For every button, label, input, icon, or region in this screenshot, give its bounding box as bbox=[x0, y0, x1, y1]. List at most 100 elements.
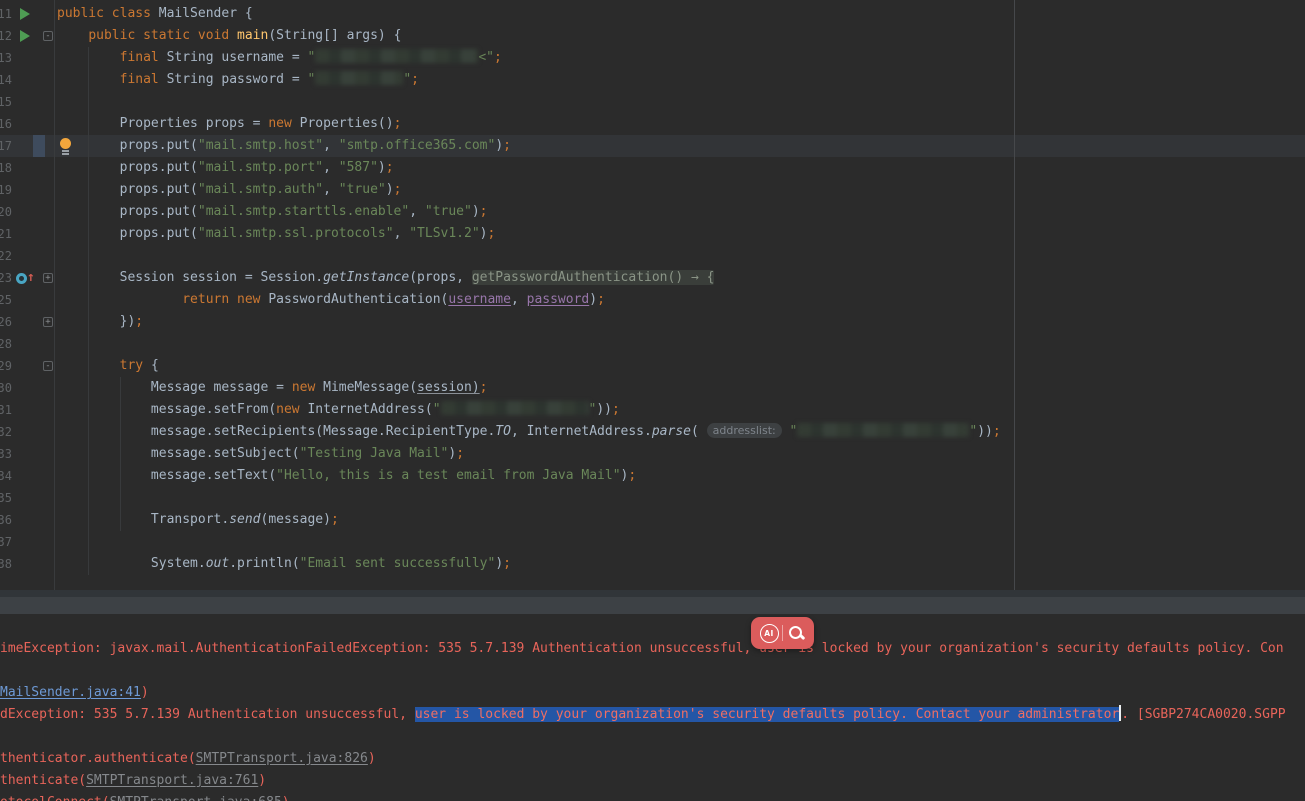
line-number: 15 bbox=[0, 95, 12, 109]
line-number: 28 bbox=[0, 337, 12, 351]
overrides-method-icon[interactable] bbox=[16, 273, 27, 284]
code-text: public class MailSender { bbox=[57, 6, 253, 21]
code-text: Transport.send(message); bbox=[57, 512, 339, 527]
code-line-30[interactable]: 30 Message message = new MimeMessage(ses… bbox=[0, 377, 1305, 399]
console-text: ) bbox=[258, 773, 267, 788]
code-line-37[interactable]: 37 bbox=[0, 531, 1305, 553]
line-number: 34 bbox=[0, 469, 12, 483]
code-line-34[interactable]: 34 message.setText("Hello, this is a tes… bbox=[0, 465, 1305, 487]
line-number: 37 bbox=[0, 535, 12, 549]
editor-console-splitter-shadow bbox=[0, 590, 1305, 597]
console-text: thenticate( bbox=[0, 773, 87, 788]
console-line: thenticate(SMTPTransport.java:761) bbox=[0, 770, 266, 792]
redacted-text bbox=[440, 401, 589, 415]
code-line-17[interactable]: 17 props.put("mail.smtp.host", "smtp.off… bbox=[0, 135, 1305, 157]
line-number: 29 bbox=[0, 359, 12, 373]
code-line-28[interactable]: 28 bbox=[0, 333, 1305, 355]
code-text: message.setRecipients(Message.RecipientT… bbox=[57, 423, 1001, 439]
code-text: props.put("mail.smtp.ssl.protocols", "TL… bbox=[57, 226, 496, 241]
search-error-button[interactable] bbox=[783, 619, 809, 647]
code-text: props.put("mail.smtp.host", "smtp.office… bbox=[57, 138, 511, 153]
line-number: 30 bbox=[0, 381, 12, 395]
redacted-text bbox=[315, 71, 404, 85]
code-line-16[interactable]: 16 Properties props = new Properties(); bbox=[0, 113, 1305, 135]
fold-toggle-icon[interactable]: + bbox=[43, 317, 53, 327]
redacted-text bbox=[315, 49, 479, 63]
stack-trace-link[interactable]: SMTPTransport.java:761 bbox=[86, 773, 258, 788]
console-text: . [SGBP274CA0020.SGPP bbox=[1121, 707, 1286, 722]
code-text: message.setSubject("Testing Java Mail"); bbox=[57, 446, 465, 461]
selected-text: user is locked by your organization's se… bbox=[414, 707, 1120, 722]
code-text: public static void main(String[] args) { bbox=[88, 28, 402, 43]
console-text: otocolConnect( bbox=[0, 795, 110, 801]
code-line-19[interactable]: 19 props.put("mail.smtp.auth", "true"); bbox=[0, 179, 1305, 201]
code-line-29[interactable]: 29 - try { bbox=[0, 355, 1305, 377]
code-text: Message message = new MimeMessage(sessio… bbox=[57, 380, 488, 395]
run-icon[interactable] bbox=[20, 30, 30, 42]
code-line-20[interactable]: 20 props.put("mail.smtp.starttls.enable"… bbox=[0, 201, 1305, 223]
code-text: Session session = Session.getInstance(pr… bbox=[57, 270, 715, 285]
line-number: 38 bbox=[0, 557, 12, 571]
console-text: ) bbox=[367, 751, 376, 766]
code-text: System.out.println("Email sent successfu… bbox=[57, 556, 511, 571]
code-text: props.put("mail.smtp.auth", "true"); bbox=[57, 182, 402, 197]
line-number: 18 bbox=[0, 161, 12, 175]
line-number: 16 bbox=[0, 117, 12, 131]
folded-code-region[interactable]: getPasswordAuthentication() → { bbox=[471, 270, 715, 285]
console-text: ) bbox=[282, 795, 290, 801]
line-number: 23 bbox=[0, 271, 12, 285]
explain-with-ai-button[interactable]: AI bbox=[756, 619, 782, 647]
run-icon[interactable] bbox=[20, 8, 30, 20]
line-number: 14 bbox=[0, 73, 12, 87]
code-line-33[interactable]: 33 message.setSubject("Testing Java Mail… bbox=[0, 443, 1305, 465]
fold-toggle-icon[interactable]: - bbox=[43, 31, 53, 41]
stack-trace-link[interactable]: SMTPTransport.java:826 bbox=[196, 751, 368, 766]
code-line-11[interactable]: 11 public class MailSender { bbox=[0, 3, 1305, 25]
override-arrow-icon[interactable]: ↑ bbox=[27, 267, 35, 289]
code-line-12[interactable]: 12 - public static void main(String[] arg… bbox=[0, 25, 1305, 47]
line-number: 19 bbox=[0, 183, 12, 197]
line-number: 25 bbox=[0, 293, 12, 307]
console-text: dException: 535 5.7.139 Authentication u… bbox=[0, 707, 415, 722]
code-line-14[interactable]: 14 final String password = " "; bbox=[0, 69, 1305, 91]
line-number: 13 bbox=[0, 51, 12, 65]
code-text: props.put("mail.smtp.starttls.enable", "… bbox=[57, 204, 488, 219]
console-output[interactable]: imeException: javax.mail.AuthenticationF… bbox=[0, 614, 1305, 801]
code-editor[interactable]: 11 public class MailSender { 12 - public st… bbox=[0, 0, 1305, 590]
line-number: 20 bbox=[0, 205, 12, 219]
fold-toggle-icon[interactable]: + bbox=[43, 273, 53, 283]
code-line-38[interactable]: 38 System.out.println("Email sent succes… bbox=[0, 553, 1305, 575]
gutter-caret-mark bbox=[33, 135, 45, 157]
code-line-15[interactable]: 15 bbox=[0, 91, 1305, 113]
code-line-26[interactable]: 26 + }); bbox=[0, 311, 1305, 333]
line-number: 11 bbox=[0, 7, 12, 21]
stack-trace-link[interactable]: SMTPTransport.java:685 bbox=[110, 795, 282, 801]
code-text: message.setText("Hello, this is a test e… bbox=[57, 468, 637, 483]
line-number: 17 bbox=[0, 139, 12, 153]
error-action-toolbar: AI bbox=[751, 617, 814, 649]
code-line-23[interactable]: 23 ↑ + Session session = Session.getInstan… bbox=[0, 267, 1305, 289]
editor-console-splitter[interactable] bbox=[0, 597, 1305, 614]
fold-toggle-icon[interactable]: - bbox=[43, 361, 53, 371]
console-text: thenticator.authenticate( bbox=[0, 751, 196, 766]
parameter-hint: addresslist: bbox=[706, 423, 782, 438]
code-line-13[interactable]: 13 final String username = " <"; bbox=[0, 47, 1305, 69]
code-line-18[interactable]: 18 props.put("mail.smtp.port", "587"); bbox=[0, 157, 1305, 179]
code-line-32[interactable]: 32 message.setRecipients(Message.Recipie… bbox=[0, 421, 1305, 443]
code-line-21[interactable]: 21 props.put("mail.smtp.ssl.protocols", … bbox=[0, 223, 1305, 245]
console-line: otocolConnect(SMTPTransport.java:685) bbox=[0, 792, 290, 801]
line-number: 35 bbox=[0, 491, 12, 505]
code-line-36[interactable]: 36 Transport.send(message); bbox=[0, 509, 1305, 531]
code-line-25[interactable]: 25 return new PasswordAuthentication(use… bbox=[0, 289, 1305, 311]
line-number: 32 bbox=[0, 425, 12, 439]
ai-icon: AI bbox=[759, 623, 779, 643]
line-number: 31 bbox=[0, 403, 12, 417]
code-text: Properties props = new Properties(); bbox=[57, 116, 402, 131]
code-line-22[interactable]: 22 bbox=[0, 245, 1305, 267]
console-text: imeException: javax.mail.AuthenticationF… bbox=[0, 641, 1284, 656]
code-text: final String username = " <"; bbox=[119, 49, 502, 65]
code-line-31[interactable]: 31 message.setFrom(new InternetAddress("… bbox=[0, 399, 1305, 421]
code-line-35[interactable]: 35 bbox=[0, 487, 1305, 509]
code-text: message.setFrom(new InternetAddress(" "))… bbox=[57, 401, 620, 417]
stack-trace-link[interactable]: MailSender.java:41 bbox=[0, 685, 141, 700]
